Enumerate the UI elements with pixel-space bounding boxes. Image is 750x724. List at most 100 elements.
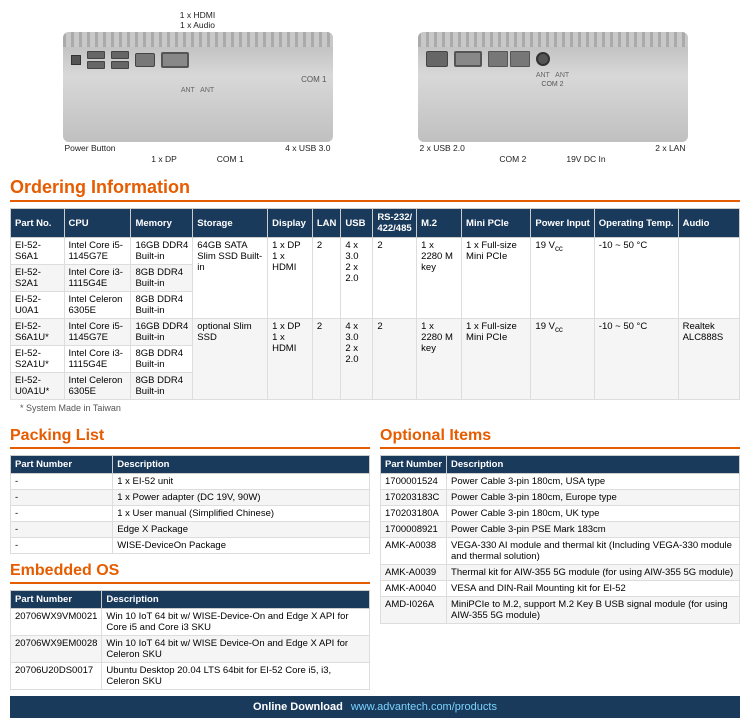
cell: optional Slim SSD [193,319,268,400]
cell: 1 x DP1 x HDMI [268,238,313,319]
right-device: ANT ANT COM 2 2 x USB 2.0 2 x LAN COM 2 … [418,32,688,164]
cell [678,238,739,319]
annotation-hdmi: 1 x HDMI [180,10,215,20]
packing-title: Packing List [10,427,370,449]
cell: 19 Vcc [531,319,594,400]
cell: Win 10 IoT 64 bit w/ WISE Device-On and … [102,636,370,663]
label-lan: 2 x LAN [655,143,685,153]
optional-table: Part Number Description 1700001524 Power… [380,455,740,624]
cell: EI-52-U0A1 [11,292,65,319]
table-row: EI-52-S6A1U* Intel Core i5-1145G7E 16GB … [11,319,740,346]
cell: VEGA-330 AI module and thermal kit (Incl… [447,538,740,565]
embedded-section: Embedded OS Part Number Description 2070… [10,562,370,690]
cell: 20706WX9VM0021 [11,609,102,636]
right-device-labels: 2 x USB 2.0 2 x LAN [418,142,688,154]
ordering-title: Ordering Information [10,177,740,202]
cell: Win 10 IoT 64 bit w/ WISE-Device-On and … [102,609,370,636]
cell: AMD-I026A [381,597,447,624]
com-port-visual [161,52,189,68]
table-row: AMD-I026A MiniPCIe to M.2, support M.2 K… [381,597,740,624]
usb-ports-visual [87,51,105,69]
cell: MiniPCIe to M.2, support M.2 Key B USB s… [447,597,740,624]
ordering-footnote: * System Made in Taiwan [20,403,730,413]
label-dp: 1 x DP [151,154,177,164]
table-row: AMK-A0038 VEGA-330 AI module and thermal… [381,538,740,565]
label-dcin: 19V DC In [566,154,605,164]
power-btn-visual [71,55,81,65]
cell: Ubuntu Desktop 20.04 LTS 64bit for EI-52… [102,663,370,690]
dp-port-visual [135,53,155,67]
cell: 1700008921 [381,522,447,538]
left-device: 1 x HDMI 1 x Audio [63,10,333,164]
cell: 1 x Full-size Mini PCIe [462,238,531,319]
cell: 8GB DDR4 Built-in [131,292,193,319]
col-rs232: RS-232/422/485 [373,209,417,238]
embedded-title: Embedded OS [10,562,370,584]
cell: 1 x DP1 x HDMI [268,319,313,400]
online-download-bar: Online Download www.advantech.com/produc… [10,696,740,718]
col-memory: Memory [131,209,193,238]
cell-cpu: Intel Core i5-1145G7E [64,238,131,265]
cell: EI-52-S2A1U* [11,346,65,373]
cell: 64GB SATA Slim SSD Built-in [193,238,268,319]
cell: 16GB DDR4 Built-in [131,238,193,265]
cell: 20706WX9EM0028 [11,636,102,663]
table-row: - 1 x Power adapter (DC 19V, 90W) [11,490,370,506]
cell: 1 x 2280 M key [417,238,462,319]
cell: 2 [373,319,417,400]
table-row: AMK-A0039 Thermal kit for AIW-355 5G mod… [381,565,740,581]
cell: Power Cable 3-pin 180cm, UK type [447,506,740,522]
ordering-table: Part No. CPU Memory Storage Display LAN … [10,208,740,400]
right-device-image: ANT ANT COM 2 [418,32,688,142]
cell-cpu: Intel Core i3-1115G4E [64,265,131,292]
col-audio: Audio [678,209,739,238]
cell: VESA and DIN-Rail Mounting kit for EI-52 [447,581,740,597]
cell: EI-52-S2A1 [11,265,65,292]
cell: AMK-A0038 [381,538,447,565]
cell: 170203183C [381,490,447,506]
cell: EI-52-S6A1 [11,238,65,265]
cell: WISE-DeviceOn Package [113,538,370,554]
col-display: Display [268,209,313,238]
online-download-url[interactable]: www.advantech.com/products [351,701,497,713]
cell: 1700001524 [381,474,447,490]
packing-section: Packing List Part Number Description - 1… [10,419,370,690]
com2-visual [454,51,482,67]
table-row: AMK-A0040 VESA and DIN-Rail Mounting kit… [381,581,740,597]
cell: 4 x 3.02 x 2.0 [341,238,373,319]
table-row: 1700008921 Power Cable 3-pin PSE Mark 18… [381,522,740,538]
col-cpu: CPU [64,209,131,238]
col-minipcie: Mini PCIe [462,209,531,238]
cell: 8GB DDR4 Built-in [131,265,193,292]
table-row: - 1 x User manual (Simplified Chinese) [11,506,370,522]
col-power: Power Input [531,209,594,238]
cell: EI-52-S6A1U* [11,319,65,346]
table-row: 170203180A Power Cable 3-pin 180cm, UK t… [381,506,740,522]
ordering-section: Ordering Information Part No. CPU Memory… [0,177,750,413]
cell-cpu: Intel Core i5-1145G7E [64,319,131,346]
col-usb: USB [341,209,373,238]
cell: 20706U20DS0017 [11,663,102,690]
label-power-button: Power Button [65,143,116,153]
col-temp: Operating Temp. [594,209,678,238]
left-device-labels2: 1 x DP COM 1 [63,154,333,164]
cell: Power Cable 3-pin PSE Mark 183cm [447,522,740,538]
cell: Edge X Package [113,522,370,538]
cell: - [11,538,113,554]
usb-ports-visual2 [111,51,129,69]
embedded-table: Part Number Description 20706WX9VM0021 W… [10,590,370,690]
table-row: 20706WX9EM0028 Win 10 IoT 64 bit w/ WISE… [11,636,370,663]
left-device-labels: Power Button 4 x USB 3.0 [63,142,333,154]
cell: - [11,506,113,522]
cell: 19 Vcc [531,238,594,319]
optional-section: Optional Items Part Number Description 1… [380,419,740,690]
table-row: 170203183C Power Cable 3-pin 180cm, Euro… [381,490,740,506]
cell-cpu: Intel Celeron 6305E [64,373,131,400]
cell: - [11,522,113,538]
table-row: EI-52-S6A1 Intel Core i5-1145G7E 16GB DD… [11,238,740,265]
left-device-image: COM 1 ANT ANT [63,32,333,142]
optional-col-partno: Part Number [381,456,447,474]
cell: EI-52-U0A1U* [11,373,65,400]
cell: 4 x 3.02 x 2.0 [341,319,373,400]
col-lan: LAN [312,209,341,238]
